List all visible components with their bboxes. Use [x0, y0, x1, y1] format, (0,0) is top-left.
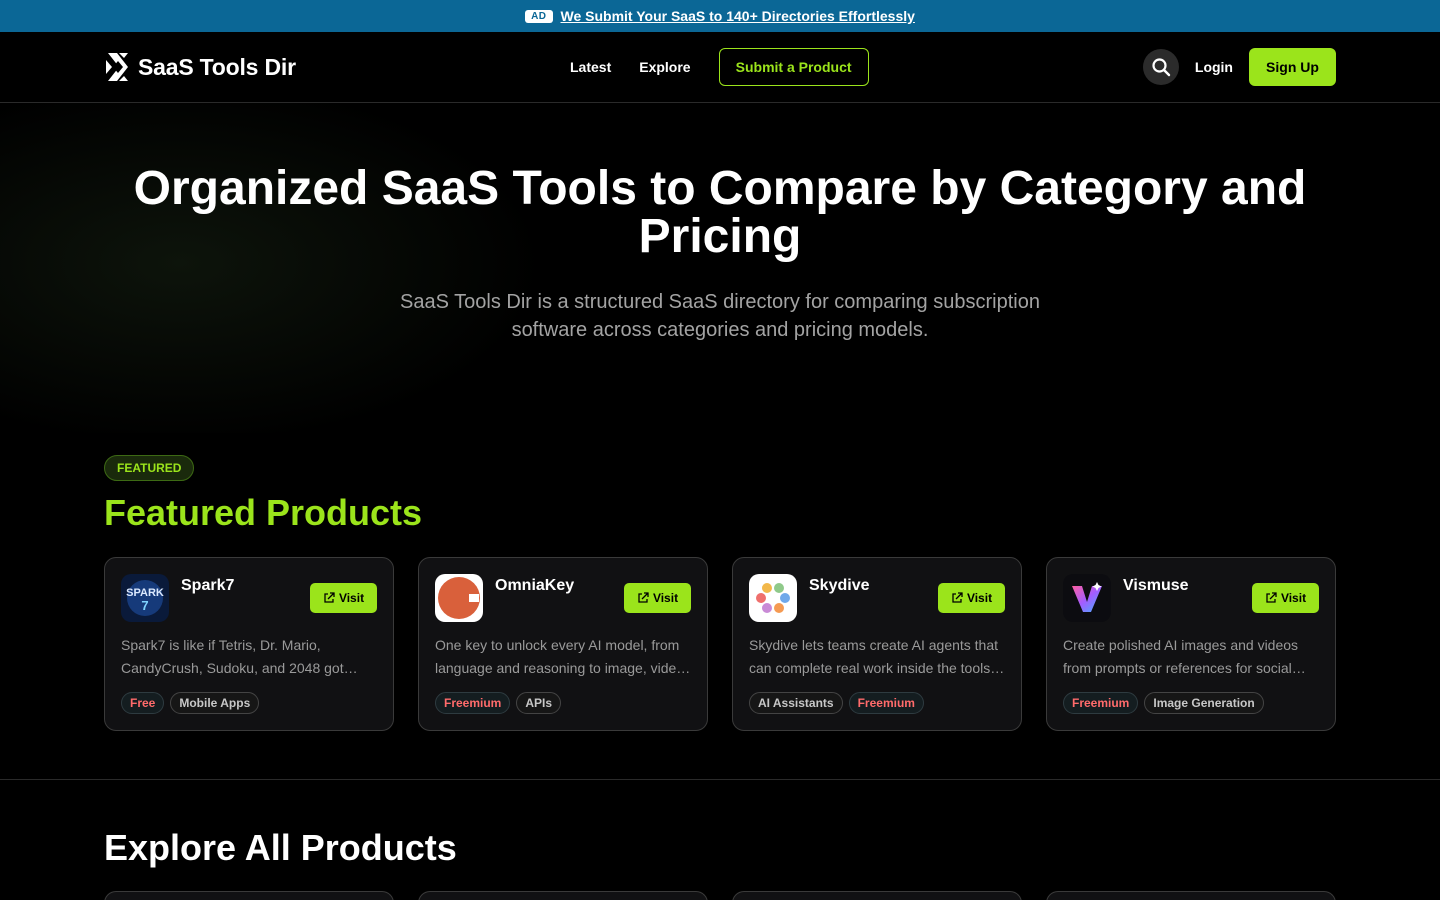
product-card[interactable]: Skydive Visit Skydive lets teams create … — [732, 557, 1022, 731]
featured-badge: FEATURED — [104, 455, 195, 481]
ad-link[interactable]: We Submit Your SaaS to 140+ Directories … — [561, 8, 915, 24]
nav-explore[interactable]: Explore — [639, 59, 690, 75]
external-link-icon — [324, 592, 335, 603]
main-nav: Latest Explore Submit a Product — [570, 48, 869, 86]
section-divider — [0, 779, 1440, 780]
skydive-logo-icon — [749, 574, 797, 622]
product-tags: AI Assistants Freemium — [749, 692, 924, 714]
featured-title: Featured Products — [104, 492, 423, 533]
site-header: SaaS Tools Dir Latest Explore Submit a P… — [0, 32, 1440, 103]
login-link[interactable]: Login — [1195, 59, 1233, 75]
desc-line: language and reasoning to image, vide… — [435, 660, 691, 676]
hero-title: Organized SaaS Tools to Compare by Categ… — [133, 162, 1307, 263]
category-tag[interactable]: AI Assistants — [749, 692, 843, 714]
featured-products-grid: SPARK 7 Spark7 Visit Spark7 is like if T… — [104, 557, 1336, 731]
pricing-tag[interactable]: Freemium — [1063, 692, 1139, 714]
product-card[interactable]: SPARK 7 Spark7 Visit Spark7 is like if T… — [104, 557, 394, 731]
product-description: One key to unlock every AI model, from l… — [435, 634, 693, 680]
ad-banner[interactable]: AD We Submit Your SaaS to 140+ Directori… — [0, 0, 1440, 32]
external-link-icon — [952, 592, 963, 603]
visit-button[interactable]: Visit — [1252, 583, 1319, 613]
category-tag[interactable]: Image Generation — [1144, 692, 1264, 714]
svg-text:7: 7 — [141, 598, 148, 613]
product-card[interactable] — [1046, 891, 1336, 900]
product-card[interactable]: Vismuse Visit Create polished AI images … — [1046, 557, 1336, 731]
visit-button[interactable]: Visit — [938, 583, 1005, 613]
product-name: Vismuse — [1123, 577, 1189, 594]
desc-line: Create polished AI images and videos — [1063, 637, 1299, 653]
product-card[interactable] — [104, 891, 394, 900]
visit-label: Visit — [338, 591, 365, 605]
logo-text: SaaS Tools Dir — [138, 53, 296, 80]
vismuse-logo-icon — [1063, 574, 1111, 622]
visit-label: Visit — [652, 591, 679, 605]
external-link-icon — [1266, 592, 1277, 603]
desc-line: One key to unlock every AI model, from — [435, 637, 680, 653]
ad-badge: AD — [525, 9, 553, 23]
product-description: Spark7 is like if Tetris, Dr. Mario, Can… — [121, 634, 379, 680]
hero-subtitle: SaaS Tools Dir is a structured SaaS dire… — [400, 291, 1040, 341]
product-logo — [1063, 574, 1111, 622]
visit-label: Visit — [966, 591, 993, 605]
submit-product-button[interactable]: Submit a Product — [718, 48, 869, 86]
category-tag[interactable]: Mobile Apps — [170, 692, 260, 714]
omniakey-logo-icon — [435, 574, 483, 622]
spark7-logo-icon: SPARK 7 — [121, 574, 169, 622]
visit-label: Visit — [1280, 591, 1307, 605]
search-icon — [1152, 58, 1171, 77]
signup-button[interactable]: Sign Up — [1249, 48, 1336, 86]
product-tags: Free Mobile Apps — [121, 692, 260, 714]
product-card[interactable] — [418, 891, 708, 900]
pricing-tag[interactable]: Freemium — [848, 692, 924, 714]
category-tag[interactable]: APIs — [516, 692, 562, 714]
nav-latest[interactable]: Latest — [570, 59, 611, 75]
product-logo: SPARK 7 — [121, 574, 169, 622]
product-tags: Freemium APIs — [435, 692, 562, 714]
pricing-tag[interactable]: Free — [121, 692, 165, 714]
visit-button[interactable]: Visit — [310, 583, 377, 613]
product-logo — [749, 574, 797, 622]
desc-line: CandyCrush, Sudoku, and 2048 got… — [121, 660, 358, 676]
product-description: Skydive lets teams create AI agents that… — [749, 634, 1007, 680]
product-description: Create polished AI images and videos fro… — [1063, 634, 1321, 680]
hero-section: Organized SaaS Tools to Compare by Categ… — [0, 103, 1440, 433]
external-link-icon — [638, 592, 649, 603]
product-name: OmniaKey — [495, 577, 575, 594]
product-logo — [435, 574, 483, 622]
product-card[interactable]: OmniaKey Visit One key to unlock every A… — [418, 557, 708, 731]
desc-line: can complete real work inside the tools… — [749, 660, 1005, 676]
desc-line: Skydive lets teams create AI agents that — [749, 637, 999, 653]
logo-icon — [106, 53, 128, 81]
product-name: Spark7 — [181, 577, 235, 594]
visit-button[interactable]: Visit — [624, 583, 691, 613]
explore-products-grid — [104, 891, 1336, 900]
search-button[interactable] — [1142, 49, 1179, 85]
product-card[interactable] — [732, 891, 1022, 900]
product-tags: Freemium Image Generation — [1063, 692, 1264, 714]
desc-line: Spark7 is like if Tetris, Dr. Mario, — [121, 637, 321, 653]
explore-title: Explore All Products — [104, 827, 457, 868]
product-name: Skydive — [809, 577, 870, 594]
header-actions: Login Sign Up — [1142, 48, 1336, 86]
site-logo[interactable]: SaaS Tools Dir — [104, 51, 296, 83]
desc-line: from prompts or references for social… — [1063, 660, 1306, 676]
pricing-tag[interactable]: Freemium — [435, 692, 511, 714]
